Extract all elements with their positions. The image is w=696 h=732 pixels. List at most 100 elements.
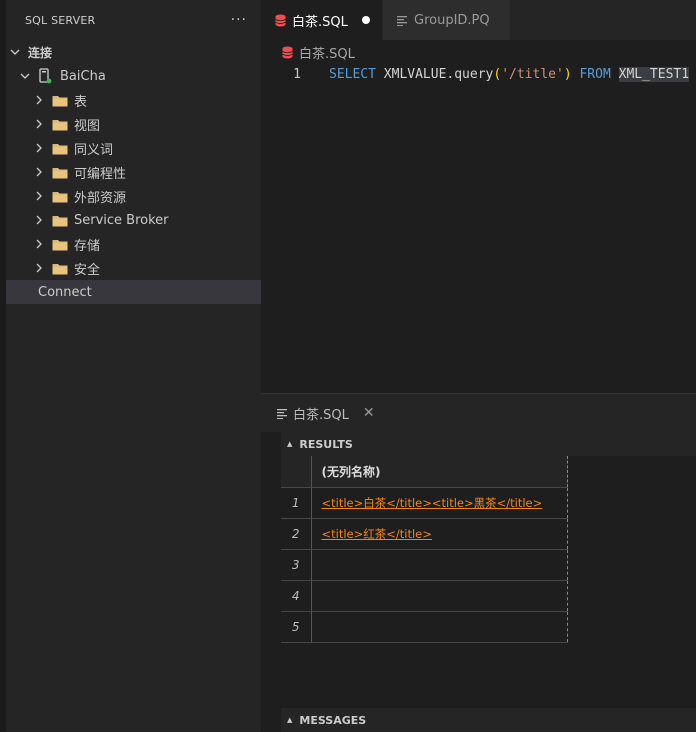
chevron-right-icon — [32, 263, 46, 273]
chevron-right-icon — [32, 119, 46, 129]
folder-label: 安全 — [74, 262, 101, 278]
line-number: 1 — [293, 66, 301, 82]
folder-label: 可编程性 — [74, 166, 127, 182]
folder-label: 存储 — [74, 238, 101, 254]
results-tab[interactable]: 白茶.SQL ✕ — [277, 404, 375, 423]
connections-section[interactable]: 连接 — [6, 40, 261, 64]
editor-tab-bar: 白茶.SQL GroupID.PQ — [261, 0, 696, 40]
xml-result-link[interactable]: <title>红茶</title> — [322, 527, 432, 541]
folder-node[interactable]: 外部资源 — [6, 184, 261, 208]
server-icon — [38, 68, 52, 84]
code-string: '/title' — [501, 66, 564, 82]
folder-icon — [52, 214, 68, 227]
code-text[interactable]: SELECT XMLVALUE.query('/title') FROM XML… — [329, 66, 690, 82]
grid-body: 1 <title>白茶</title><title>黑茶</title> 2 <tit… — [281, 487, 568, 643]
results-panel: 白茶.SQL ✕ ▲ RESULTS (无列名称) 1 <title>白茶</ti… — [261, 393, 696, 732]
row-number: 2 — [281, 518, 312, 550]
folder-node[interactable]: 表 — [6, 88, 261, 112]
unsaved-dot-icon[interactable] — [362, 16, 370, 24]
result-cell[interactable]: <title>红茶</title> — [311, 518, 568, 550]
table-row[interactable]: 4 — [281, 580, 568, 612]
table-row[interactable]: 1 <title>白茶</title><title>黑茶</title> — [281, 487, 568, 519]
lines-icon — [277, 408, 288, 419]
result-cell[interactable] — [311, 611, 568, 643]
folder-label: Service Broker — [74, 212, 169, 228]
code-function: XMLVALUE.query — [375, 66, 494, 82]
grid-header-row: (无列名称) — [281, 456, 568, 488]
results-section-header[interactable]: ▲ RESULTS — [281, 432, 696, 456]
results-tab-label: 白茶.SQL — [293, 407, 349, 423]
folder-label: 同义词 — [74, 142, 114, 158]
table-row[interactable]: 3 — [281, 549, 568, 581]
sidebar-header: SQL SERVER ··· — [6, 0, 261, 40]
xml-result-link[interactable]: <title>白茶</title><title>黑茶</title> — [322, 496, 543, 510]
row-number: 1 — [281, 487, 312, 519]
results-header-label: RESULTS — [299, 437, 353, 451]
result-cell[interactable]: <title>白茶</title><title>黑茶</title> — [311, 487, 568, 519]
keyword-from: FROM — [571, 66, 611, 82]
chevron-right-icon — [32, 239, 46, 249]
row-number: 4 — [281, 580, 312, 612]
result-cell[interactable] — [311, 580, 568, 612]
table-row[interactable]: 5 — [281, 611, 568, 643]
chevron-right-icon — [32, 215, 46, 225]
results-tab-bar: 白茶.SQL ✕ — [261, 394, 696, 432]
editor-area: 白茶.SQL GroupID.PQ 白茶.SQL 1 SELECT XMLVAL… — [261, 0, 696, 393]
close-icon[interactable]: ✕ — [363, 405, 375, 421]
result-cell[interactable] — [311, 549, 568, 581]
database-icon — [282, 46, 293, 59]
table-row[interactable]: 2 <title>红茶</title> — [281, 518, 568, 550]
column-header[interactable]: (无列名称) — [311, 456, 568, 488]
folder-label: 外部资源 — [74, 190, 127, 206]
triangle-down-icon: ▲ — [287, 440, 293, 448]
tab-groupid-pq[interactable]: GroupID.PQ — [382, 0, 510, 40]
folder-label: 表 — [74, 94, 88, 110]
chevron-down-icon — [8, 47, 22, 57]
results-body: ▲ RESULTS (无列名称) 1 <title>白茶</title><titl… — [281, 432, 696, 732]
folder-icon — [52, 94, 68, 107]
breadcrumb[interactable]: 白茶.SQL — [261, 40, 696, 64]
folder-node[interactable]: 视图 — [6, 112, 261, 136]
code-line[interactable]: 1 SELECT XMLVALUE.query('/title') FROM X… — [261, 64, 696, 84]
folder-node[interactable]: 安全 — [6, 256, 261, 280]
keyword-select: SELECT — [329, 66, 376, 82]
folder-node[interactable]: 存储 — [6, 232, 261, 256]
chevron-right-icon — [32, 191, 46, 201]
folder-icon — [52, 262, 68, 275]
messages-header-label: MESSAGES — [299, 713, 367, 727]
row-number-header — [281, 456, 312, 488]
folder-icon — [52, 238, 68, 251]
folder-node[interactable]: 可编程性 — [6, 160, 261, 184]
messages-section-header[interactable]: ▲ MESSAGES — [281, 708, 696, 732]
chevron-right-icon — [32, 95, 46, 105]
object-explorer-sidebar: SQL SERVER ··· 连接 BaiCha 表视图同义词可编程性外部资源 S… — [0, 0, 261, 732]
chevron-right-icon — [32, 167, 46, 177]
connections-label: 连接 — [28, 45, 53, 60]
folder-node[interactable]: 同义词 — [6, 136, 261, 160]
tab-label: GroupID.PQ — [414, 12, 490, 28]
results-grid[interactable]: (无列名称) 1 <title>白茶</title><title>黑茶</titl… — [281, 456, 568, 643]
row-number: 3 — [281, 549, 312, 581]
folder-icon — [52, 118, 68, 131]
folder-icon — [52, 166, 68, 179]
lines-icon — [397, 15, 408, 26]
chevron-right-icon — [32, 143, 46, 153]
server-name: BaiCha — [60, 68, 106, 84]
folder-node[interactable]: Service Broker — [6, 208, 261, 232]
connect-label: Connect — [38, 284, 92, 300]
tab-label: 白茶.SQL — [292, 14, 348, 30]
triangle-down-icon: ▲ — [287, 716, 293, 724]
connect-item[interactable]: Connect — [6, 280, 261, 304]
chevron-down-icon — [18, 71, 32, 81]
server-node[interactable]: BaiCha — [6, 64, 261, 88]
code-table-name: XML_TEST1 — [618, 66, 690, 82]
code-paren-close: ) — [563, 66, 572, 82]
folder-label: 视图 — [74, 118, 101, 134]
database-icon — [275, 14, 286, 27]
server-folder-list: 表视图同义词可编程性外部资源 Service Broker 存储安全 — [6, 88, 261, 280]
tab-baicha-sql[interactable]: 白茶.SQL — [261, 0, 382, 40]
row-number: 5 — [281, 611, 312, 643]
breadcrumb-label: 白茶.SQL — [299, 46, 355, 62]
more-actions-icon[interactable]: ··· — [231, 12, 247, 28]
folder-icon — [52, 142, 68, 155]
